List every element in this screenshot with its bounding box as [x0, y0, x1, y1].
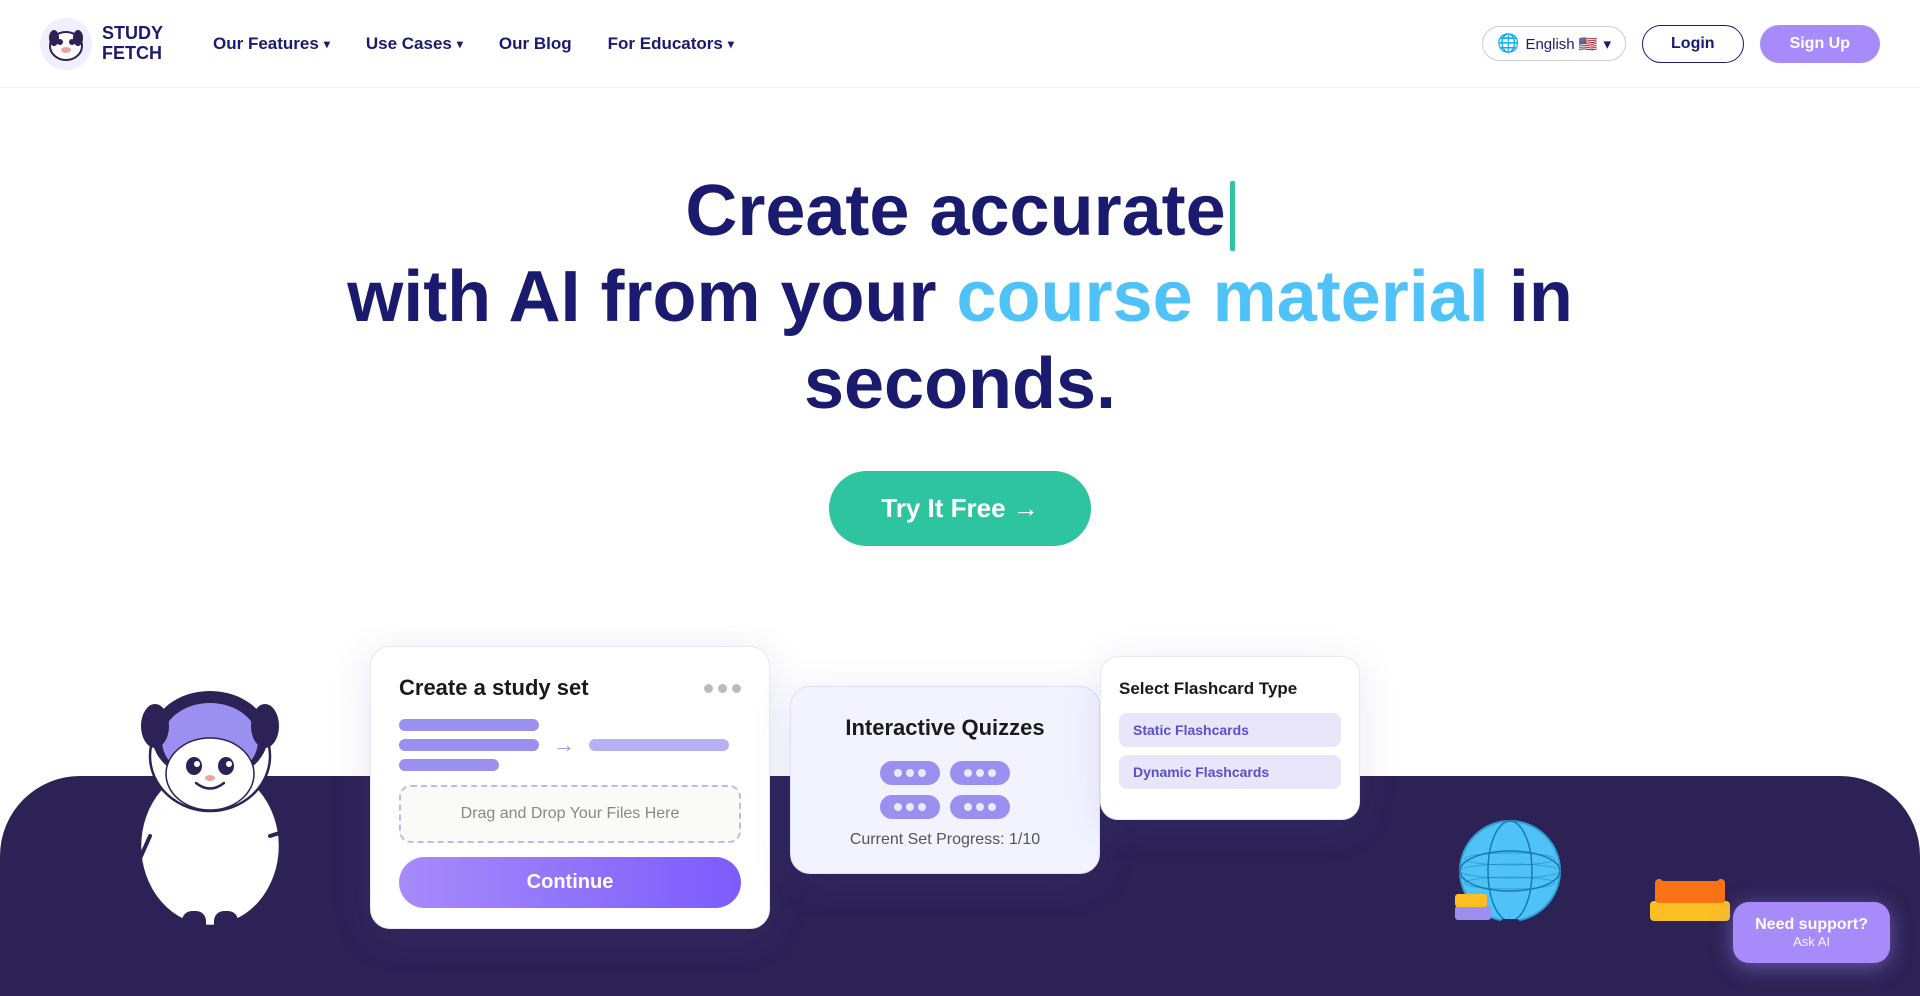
bottom-scene: Create a study set → Drag and Drop Your … — [0, 626, 1920, 996]
hero-cta-area: Try It Free → — [40, 471, 1880, 546]
quiz-dot — [988, 769, 996, 777]
quiz-dot — [906, 803, 914, 811]
chevron-down-icon: ▾ — [1603, 35, 1611, 53]
logo-icon — [40, 18, 92, 70]
arrow-right-icon: → — [553, 732, 575, 758]
quiz-progress: Current Set Progress: 1/10 — [815, 831, 1075, 849]
quiz-dot — [976, 803, 984, 811]
flashcard-card: Select Flashcard Type Static Flashcards … — [1100, 656, 1360, 820]
right-lines — [589, 739, 729, 751]
flashcard-option-static[interactable]: Static Flashcards — [1119, 713, 1341, 747]
quiz-card-title: Interactive Quizzes — [815, 715, 1075, 741]
hero-section: Create accurate with AI from your course… — [0, 88, 1920, 586]
language-selector[interactable]: 🌐 English 🇺🇸 ▾ — [1482, 26, 1626, 61]
drop-zone[interactable]: Drag and Drop Your Files Here — [399, 785, 741, 843]
right-line-1 — [589, 739, 729, 751]
quiz-dot — [988, 803, 996, 811]
hero-title-highlight: course material — [957, 257, 1489, 337]
lang-label: English 🇺🇸 — [1525, 35, 1597, 53]
dot-1 — [704, 684, 713, 693]
signup-button[interactable]: Sign Up — [1760, 25, 1880, 63]
books-stack — [1640, 801, 1740, 936]
nav-for-educators[interactable]: For Educators ▾ — [608, 34, 734, 54]
quiz-dot — [918, 803, 926, 811]
nav-our-features[interactable]: Our Features ▾ — [213, 34, 330, 54]
globe-decoration — [1450, 801, 1570, 946]
quiz-card: Interactive Quizzes — [790, 686, 1100, 874]
nav-links: Our Features ▾ Use Cases ▾ Our Blog For … — [213, 34, 1482, 54]
support-main-label: Need support? — [1755, 916, 1868, 934]
chevron-down-icon: ▾ — [324, 37, 330, 51]
quiz-group-1 — [880, 761, 940, 785]
hero-title-line2-suffix: in — [1509, 257, 1573, 337]
hero-title-line1: Create accurate — [685, 171, 1225, 251]
quiz-dot — [918, 769, 926, 777]
quiz-progress-value: 1/10 — [1009, 831, 1040, 848]
left-lines — [399, 719, 539, 771]
chevron-down-icon: ▾ — [457, 37, 463, 51]
logo-text: STUDY FETCH — [102, 24, 163, 64]
quiz-dot — [906, 769, 914, 777]
quiz-progress-label: Current Set Progress: — [850, 831, 1005, 848]
study-set-card: Create a study set → Drag and Drop Your … — [370, 646, 770, 929]
quiz-group-3 — [880, 795, 940, 819]
flashcard-card-title: Select Flashcard Type — [1119, 679, 1341, 699]
quiz-dot — [894, 769, 902, 777]
hero-title: Create accurate with AI from your course… — [40, 168, 1880, 427]
quiz-row-2 — [815, 795, 1075, 819]
flashcard-option-dynamic[interactable]: Dynamic Flashcards — [1119, 755, 1341, 789]
quiz-dot — [964, 803, 972, 811]
dots-menu[interactable] — [704, 684, 741, 693]
globe-icon: 🌐 — [1497, 33, 1519, 54]
dog-mascot — [100, 626, 320, 906]
drop-zone-label: Drag and Drop Your Files Here — [461, 805, 680, 822]
line-bar-3 — [399, 759, 499, 771]
line-bar-2 — [399, 739, 539, 751]
support-button[interactable]: Need support? Ask AI — [1733, 902, 1890, 963]
quiz-row-1 — [815, 761, 1075, 785]
cursor-blink — [1230, 181, 1235, 251]
line-bar-1 — [399, 719, 539, 731]
dot-2 — [718, 684, 727, 693]
nav-right: 🌐 English 🇺🇸 ▾ Login Sign Up — [1482, 25, 1880, 63]
support-sub-label: Ask AI — [1755, 934, 1868, 949]
nav-use-cases[interactable]: Use Cases ▾ — [366, 34, 463, 54]
study-set-card-title: Create a study set — [399, 675, 589, 701]
logo[interactable]: STUDY FETCH — [40, 18, 163, 70]
nav-our-blog[interactable]: Our Blog — [499, 34, 572, 54]
navbar: STUDY FETCH Our Features ▾ Use Cases ▾ O… — [0, 0, 1920, 88]
quiz-dot — [976, 769, 984, 777]
hero-title-line2-prefix: with AI from your — [347, 257, 936, 337]
login-button[interactable]: Login — [1642, 25, 1744, 63]
continue-button[interactable]: Continue — [399, 857, 741, 908]
quiz-group-2 — [950, 761, 1010, 785]
hero-title-line3: seconds. — [804, 344, 1116, 424]
quiz-dot — [964, 769, 972, 777]
try-it-free-button[interactable]: Try It Free → — [829, 471, 1091, 546]
quiz-dot — [894, 803, 902, 811]
quiz-group-4 — [950, 795, 1010, 819]
dot-3 — [732, 684, 741, 693]
lines-area: → — [399, 719, 741, 771]
card-header: Create a study set — [399, 675, 741, 701]
chevron-down-icon: ▾ — [728, 37, 734, 51]
